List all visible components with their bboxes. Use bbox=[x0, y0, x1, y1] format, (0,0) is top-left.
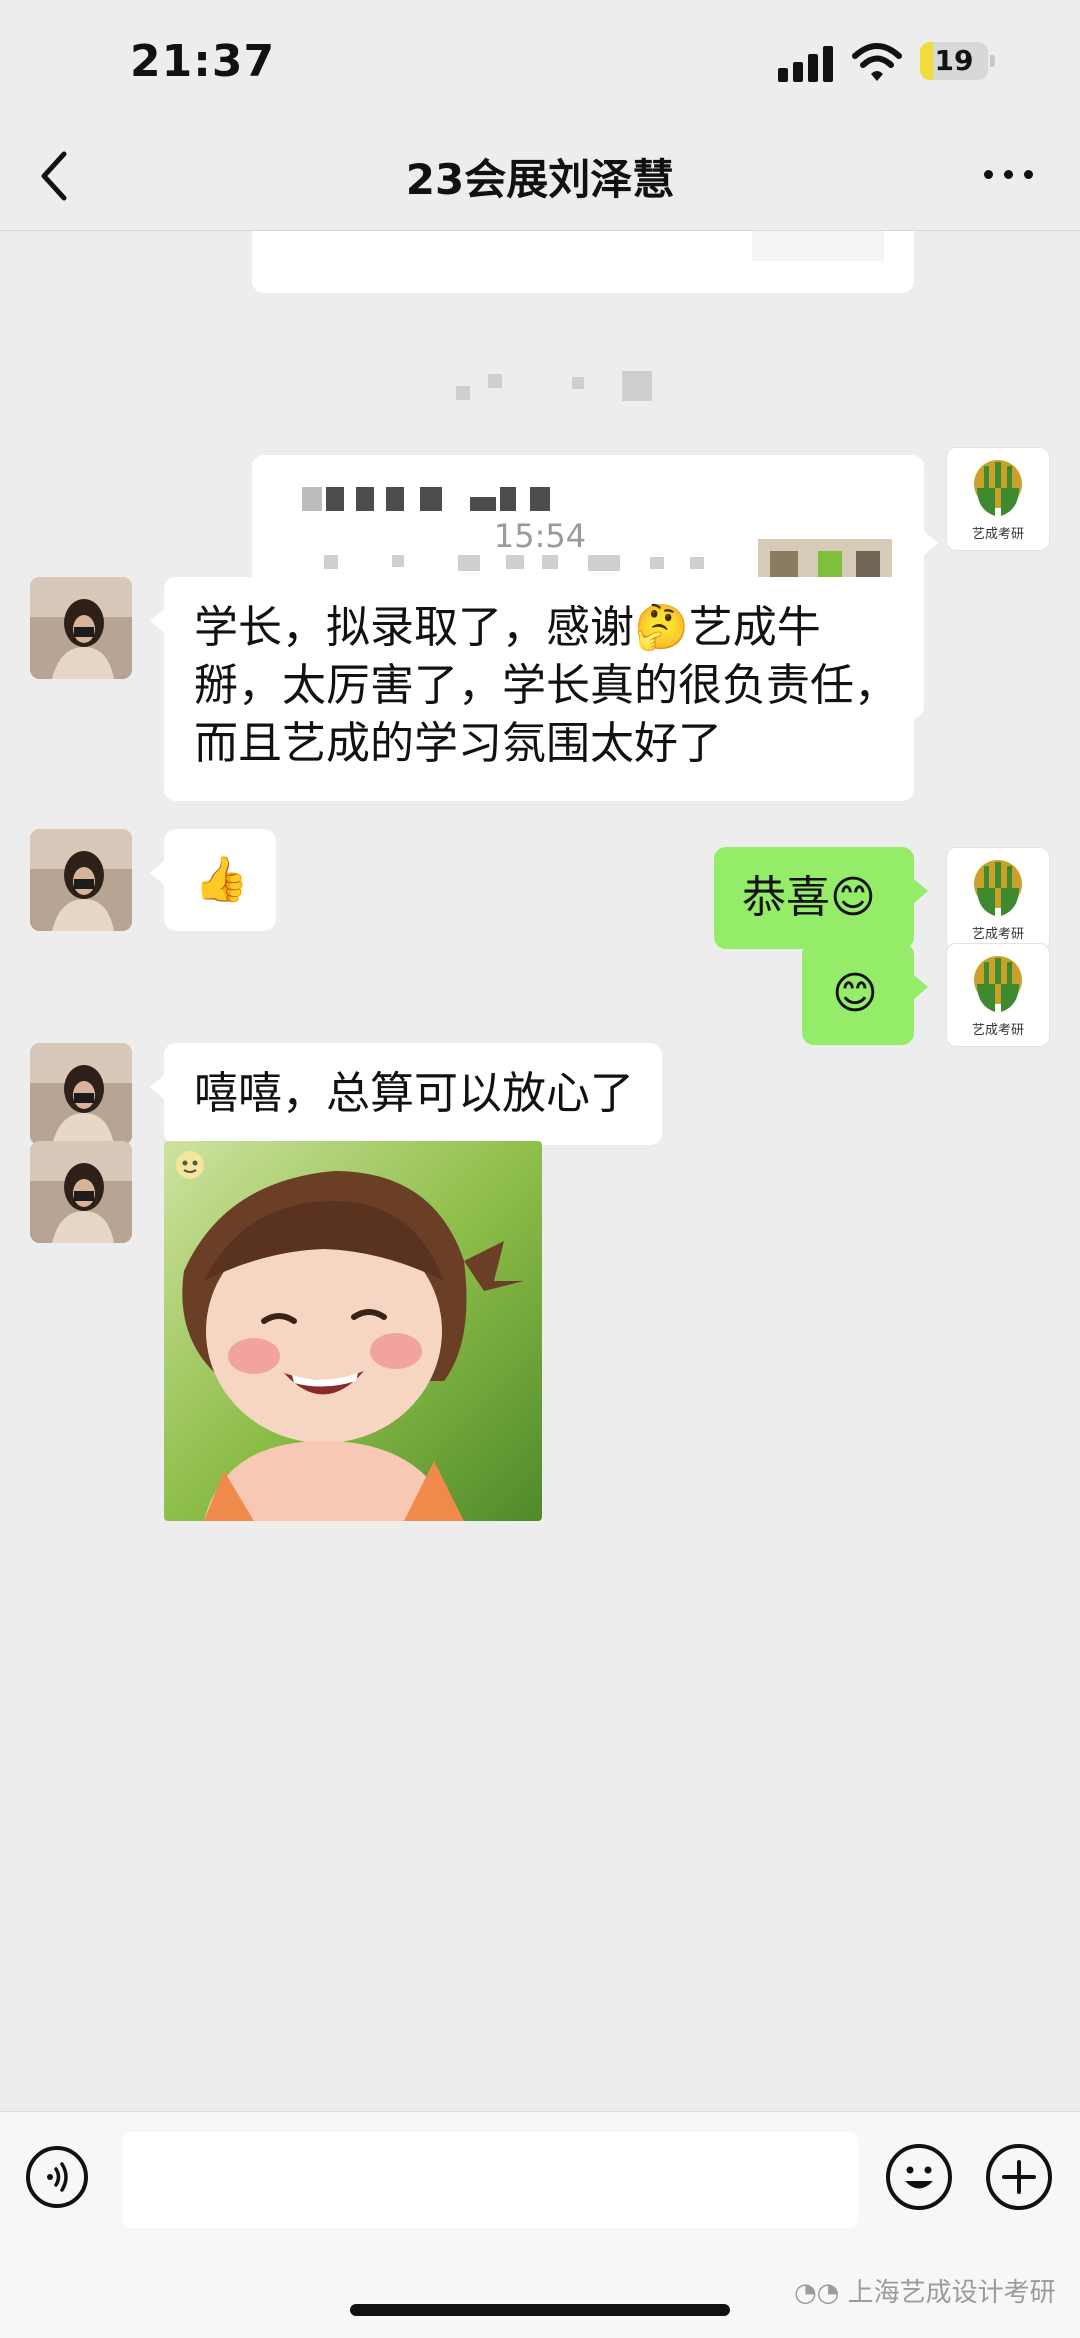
emoji-icon[interactable] bbox=[886, 2144, 952, 2210]
blurred-content bbox=[752, 231, 884, 261]
message-bubble-received[interactable]: 嘻嘻，总算可以放心了 bbox=[164, 1043, 662, 1145]
message-text: 嘻嘻，总算可以放心了 bbox=[194, 1068, 634, 1119]
input-bar: ◔◔ 上海艺成设计考研 bbox=[0, 2111, 1080, 2338]
svg-text:艺成考研: 艺成考研 bbox=[972, 927, 1024, 942]
message-text-line: 掰，太厉害了，学长真的很负责任， bbox=[194, 660, 898, 711]
avatar-contact[interactable] bbox=[30, 829, 132, 931]
avatar-yicheng-logo[interactable]: 艺成考研 bbox=[946, 847, 1050, 951]
message-text: 恭喜😊 bbox=[742, 872, 876, 923]
chat-area[interactable]: 艺成考研 15:54 学长，拟录取了，感谢🤔艺成牛 掰，太厉害了，学长真的很负责… bbox=[0, 231, 1080, 2111]
status-bar: 21:37 19 bbox=[0, 0, 1080, 120]
wechat-channel-icon: ◔◔ bbox=[794, 2278, 848, 2308]
thumbs-up-emoji: 👍 bbox=[194, 854, 249, 905]
watermark-text: 上海艺成设计考研 bbox=[847, 2278, 1056, 2308]
avatar-contact[interactable] bbox=[30, 577, 132, 679]
sticker-image[interactable] bbox=[164, 1141, 542, 1521]
contact-photo bbox=[30, 829, 132, 931]
yicheng-logo-icon: 艺成考研 bbox=[972, 956, 1024, 1038]
chat-title: 23会展刘泽慧 bbox=[405, 155, 675, 204]
message-bubble-sent[interactable]: 😊 bbox=[802, 943, 914, 1045]
avatar-contact[interactable] bbox=[30, 1043, 132, 1145]
more-dots-icon[interactable] bbox=[984, 164, 1038, 184]
svg-text:艺成考研: 艺成考研 bbox=[972, 1023, 1024, 1038]
message-timestamp: 15:54 bbox=[493, 517, 587, 555]
message-bubble-received[interactable]: 学长，拟录取了，感谢🤔艺成牛 掰，太厉害了，学长真的很负责任， 而且艺成的学习氛… bbox=[164, 577, 914, 801]
watermark: ◔◔ 上海艺成设计考研 bbox=[794, 2272, 1056, 2309]
message-bubble-received[interactable]: 👍 bbox=[164, 829, 276, 931]
yicheng-logo-icon: 艺成考研 bbox=[972, 860, 1024, 942]
nav-bar: 23会展刘泽慧 bbox=[0, 120, 1080, 231]
contact-photo bbox=[30, 1141, 132, 1243]
smile-emoji: 😊 bbox=[832, 968, 878, 1019]
wifi-icon bbox=[852, 43, 902, 81]
signal-icon bbox=[778, 44, 838, 82]
message-input[interactable] bbox=[122, 2132, 858, 2228]
message-text-line: 学长，拟录取了，感谢🤔艺成牛 bbox=[194, 602, 821, 653]
battery-level: 19 bbox=[934, 44, 974, 77]
voice-icon[interactable] bbox=[26, 2146, 88, 2208]
contact-photo bbox=[30, 1043, 132, 1145]
message-text-line: 而且艺成的学习氛围太好了 bbox=[194, 718, 722, 769]
avatar-yicheng-logo[interactable]: 艺成考研 bbox=[946, 943, 1050, 1047]
message-bubble-sent[interactable]: 恭喜😊 bbox=[714, 847, 914, 949]
plus-icon[interactable] bbox=[986, 2144, 1052, 2210]
status-time: 21:37 bbox=[130, 36, 276, 87]
avatar-contact[interactable] bbox=[30, 1141, 132, 1243]
contact-photo bbox=[30, 577, 132, 679]
battery-icon: 19 bbox=[920, 42, 996, 82]
home-indicator[interactable] bbox=[350, 2304, 730, 2316]
baby-sticker-picture bbox=[164, 1141, 542, 1521]
